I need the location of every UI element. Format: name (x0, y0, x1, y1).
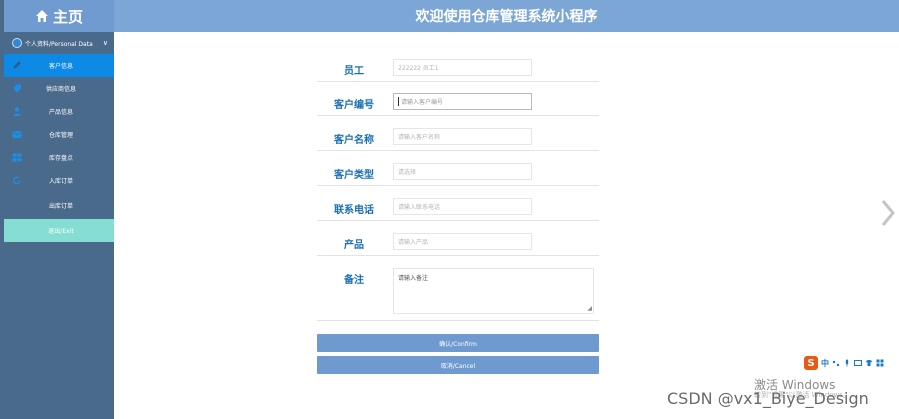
phone-placeholder: 请输入联系电话 (398, 204, 441, 211)
remark-textarea[interactable]: 请输入备注 ◢ (393, 268, 594, 314)
customer-no-label: 客户编号 (334, 100, 374, 111)
sidebar: 主页 个人资料/Personal Data ∨ 客户信息 供应商信息 产品信息 … (0, 0, 114, 419)
sogou-logo-icon[interactable]: S (804, 356, 818, 370)
text-cursor (398, 97, 399, 106)
phone-input[interactable]: 请输入联系电话 (393, 198, 532, 215)
skin-shirt-icon[interactable] (865, 359, 873, 367)
page-header: 欢迎使用仓库管理系统小程序 (114, 0, 899, 32)
tag-icon (13, 84, 21, 93)
form-row-employee: 员工 222222 员工1 (317, 56, 599, 82)
page-title: 欢迎使用仓库管理系统小程序 (415, 9, 598, 25)
grid-icon (12, 153, 22, 162)
confirm-button-label: 确认/Confirm (439, 340, 477, 348)
customer-no-placeholder: 请输入客户编号 (401, 99, 444, 106)
toolbox-grid-icon[interactable] (876, 359, 884, 367)
sidebar-item-warehouse[interactable]: 仓库管理 (4, 123, 114, 146)
home-icon (35, 10, 48, 22)
phone-label: 联系电话 (334, 205, 374, 216)
remark-label: 备注 (344, 275, 364, 286)
product-input[interactable]: 请输入产品 (393, 233, 532, 250)
sidebar-item-label: 退出/Exit (48, 228, 74, 235)
confirm-button[interactable]: 确认/Confirm (317, 334, 599, 352)
microphone-icon[interactable] (843, 359, 851, 367)
product-placeholder: 请输入产品 (398, 239, 429, 246)
keyboard-icon[interactable] (854, 359, 862, 367)
employee-field: 222222 员工1 (393, 59, 532, 76)
remark-placeholder: 请输入备注 (398, 275, 429, 282)
profile-icon (12, 38, 22, 48)
cancel-button[interactable]: 取消/Cancel (317, 356, 599, 374)
mail-icon (12, 130, 22, 138)
sidebar-item-outbound-order[interactable]: 出库订单 (4, 194, 114, 217)
customer-name-label: 客户名称 (334, 135, 374, 146)
pencil-icon (13, 61, 21, 69)
home-title[interactable]: 主页 (4, 0, 114, 32)
customer-type-select[interactable]: 请选择 (393, 163, 532, 180)
sidebar-item-inbound-order[interactable]: 入库订单 (4, 169, 114, 192)
employee-label: 员工 (344, 66, 364, 77)
customer-name-input[interactable]: 请输入客户名称 (393, 128, 532, 145)
personal-data-label: 个人资料/Personal Data (25, 40, 93, 48)
ime-lang[interactable]: 中 (821, 358, 829, 369)
punctuation-icon[interactable] (832, 359, 840, 367)
chevron-right-icon[interactable] (878, 198, 898, 228)
csdn-watermark: CSDN @vx1_Biye_Design (667, 389, 869, 408)
form-row-phone: 联系电话 请输入联系电话 (317, 195, 599, 221)
home-title-label: 主页 (52, 7, 83, 26)
cancel-button-label: 取消/Cancel (440, 362, 476, 370)
employee-value: 222222 员工1 (398, 65, 439, 72)
customer-type-placeholder: 请选择 (398, 169, 417, 176)
customer-type-label: 客户类型 (334, 170, 374, 181)
sidebar-item-customer-info[interactable]: 客户信息 (4, 54, 114, 77)
user-icon (13, 107, 21, 116)
form-row-remark: 备注 请输入备注 ◢ (317, 268, 599, 321)
sidebar-item-supplier-info[interactable]: 供应商信息 (4, 77, 114, 100)
form-row-customer-type: 客户类型 请选择 (317, 160, 599, 186)
form-row-customer-name: 客户名称 请输入客户名称 (317, 125, 599, 151)
customer-name-placeholder: 请输入客户名称 (398, 134, 441, 141)
personal-data-menu[interactable]: 个人资料/Personal Data ∨ (4, 34, 114, 52)
chevron-down-icon: ∨ (102, 39, 108, 47)
resize-grip-icon[interactable]: ◢ (587, 305, 592, 312)
product-label: 产品 (344, 240, 364, 251)
sidebar-item-inventory[interactable]: 库存盘点 (4, 146, 114, 169)
sidebar-item-label: 出库订单 (48, 203, 73, 210)
sidebar-item-product-info[interactable]: 产品信息 (4, 100, 114, 123)
ime-toolbar: S 中 (804, 356, 884, 370)
refresh-icon (12, 176, 21, 185)
form-row-product: 产品 请输入产品 (317, 230, 599, 256)
sidebar-item-exit[interactable]: 退出/Exit (4, 219, 114, 242)
customer-no-input[interactable]: 请输入客户编号 (393, 93, 532, 110)
form-row-customer-no: 客户编号 请输入客户编号 (317, 90, 599, 116)
